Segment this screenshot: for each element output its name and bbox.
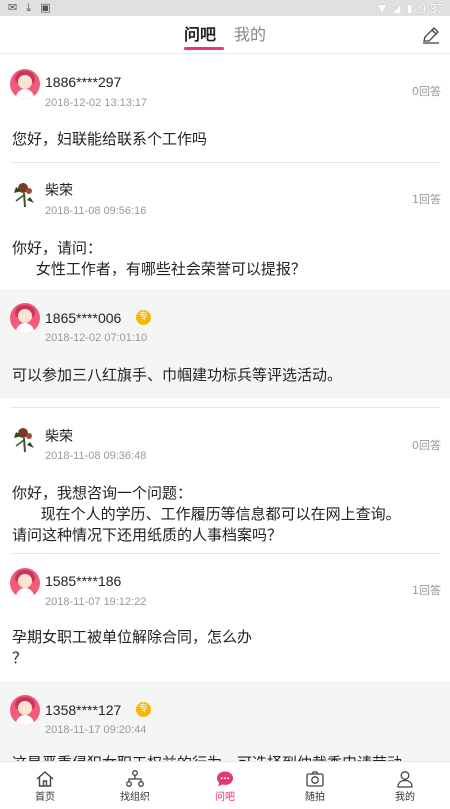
battery-icon: ▮ (406, 1, 413, 15)
question-text: 你好，我想咨询一个问题： 现在个人的学历、工作履历等信息都可以在网上查询。 请问… (12, 483, 442, 546)
avatar (10, 69, 40, 99)
nav-label: 我的 (395, 792, 415, 803)
answer-count: 0回答 (412, 85, 441, 98)
bottom-navigation: 首页 找组织 问吧 随拍 我的 (0, 761, 450, 809)
status-system-icons: ▼ ◢ ▮ 9:37 (378, 0, 444, 16)
tab-ask[interactable]: 问吧 (184, 24, 216, 46)
question-author: 1886****297 (45, 74, 122, 90)
pencil-icon (423, 27, 439, 44)
expert-badge: 专 (136, 310, 151, 325)
app-notification-icon: ▣ (40, 1, 51, 14)
answer-author: 1865****006 (45, 310, 122, 326)
wifi-icon: ▼ (377, 1, 387, 15)
answer-line: 这是严重侵犯女职工权益的行为，可选择到仲裁委申请劳动 (12, 753, 442, 761)
active-tab-indicator (184, 47, 224, 50)
camera-icon (306, 771, 324, 787)
nav-mine[interactable]: 我的 (360, 762, 450, 809)
question-time: 2018-12-02 13:13:17 (45, 97, 148, 109)
question-line: 你好，请问： (12, 239, 103, 257)
question-author: 柴荣 (45, 428, 73, 444)
answer-author: 1358****127 (45, 702, 122, 718)
answer-time: 2018-12-02 07:01:10 (45, 332, 148, 344)
status-bar: ✉ ⤓ ▣ ▼ ◢ ▮ 9:37 (0, 0, 450, 16)
status-notification-icons: ✉ ⤓ ▣ (8, 1, 51, 15)
download-icon: ⤓ (26, 1, 32, 14)
question-line: 请问这种情况下还用纸质的人事档案吗？ (12, 526, 283, 544)
avatar (10, 303, 40, 333)
question-author: 1585****186 (45, 573, 122, 589)
question-line: 女性工作者，有哪些社会荣誉可以提报？ (12, 260, 306, 278)
answer-text: 这是严重侵犯女职工权益的行为，可选择到仲裁委申请劳动 (12, 753, 442, 761)
tab-mine[interactable]: 我的 (234, 24, 266, 46)
question-item[interactable]: 柴荣 2018-11-08 09:56:16 1回答 你好，请问： 女性工作者，… (0, 163, 450, 287)
top-tab-bar: 问吧 我的 (0, 16, 450, 54)
home-icon (36, 771, 54, 787)
nav-label: 首页 (35, 792, 55, 803)
nav-home[interactable]: 首页 (0, 762, 90, 809)
expert-badge: 专 (136, 702, 151, 717)
question-item[interactable]: 1585****186 2018-11-07 19:12:22 1回答 孕期女职… (0, 554, 450, 679)
question-item[interactable]: 1886****297 2018-12-02 13:13:17 0回答 您好，妇… (0, 55, 450, 162)
answer-count: 0回答 (412, 439, 441, 452)
status-time: 9:37 (418, 0, 444, 16)
answer-item[interactable]: 1865****006 专 2018-12-02 07:01:10 可以参加三八… (0, 289, 450, 398)
question-time: 2018-11-08 09:56:16 (45, 205, 147, 217)
avatar (10, 568, 40, 598)
question-item[interactable]: 柴荣 2018-11-08 09:36:48 0回答 你好，我想咨询一个问题： … (0, 408, 450, 553)
organization-icon (126, 770, 144, 787)
question-time: 2018-11-07 19:12:22 (45, 596, 147, 608)
question-feed[interactable]: 1886****297 2018-12-02 13:13:17 0回答 您好，妇… (0, 55, 450, 761)
question-author: 柴荣 (45, 182, 73, 198)
compose-button[interactable] (420, 24, 442, 46)
question-line: 孕期女职工被单位解除合同，怎么办 (12, 628, 253, 646)
nav-label: 问吧 (215, 792, 235, 803)
nav-ask[interactable]: 问吧 (180, 762, 270, 809)
question-line: ？ (12, 649, 28, 667)
nav-snapshot[interactable]: 随拍 (270, 762, 360, 809)
avatar (10, 424, 40, 454)
signal-icon: ◢ (392, 1, 401, 15)
nav-find-organization[interactable]: 找组织 (90, 762, 180, 809)
question-text: 您好，妇联能给联系个工作吗 (12, 129, 442, 150)
question-time: 2018-11-08 09:36:48 (45, 450, 147, 462)
avatar (10, 695, 40, 725)
answer-count: 1回答 (412, 584, 441, 597)
flower-avatar-icon (14, 183, 34, 208)
answer-item[interactable]: 1358****127 专 2018-11-17 09:20:44 这是严重侵犯… (0, 681, 450, 761)
question-text: 孕期女职工被单位解除合同，怎么办 ？ (12, 627, 442, 669)
user-icon (397, 771, 413, 788)
question-line: 你好，我想咨询一个问题： (12, 484, 193, 502)
question-line: 现在个人的学历、工作履历等信息都可以在网上查询。 (12, 505, 401, 523)
chat-bubble-icon (217, 771, 233, 787)
answer-time: 2018-11-17 09:20:44 (45, 724, 147, 736)
nav-label: 随拍 (305, 792, 325, 803)
flower-avatar-icon (14, 428, 34, 453)
answer-count: 1回答 (412, 193, 441, 206)
question-line: 您好，妇联能给联系个工作吗 (12, 130, 208, 148)
notification-icon: ✉ (8, 1, 18, 14)
question-text: 你好，请问： 女性工作者，有哪些社会荣誉可以提报？ (12, 238, 442, 280)
avatar (10, 179, 40, 209)
nav-label: 找组织 (120, 792, 150, 803)
answer-line: 可以参加三八红旗手、巾帼建功标兵等评选活动。 (12, 366, 343, 384)
answer-text: 可以参加三八红旗手、巾帼建功标兵等评选活动。 (12, 365, 442, 386)
